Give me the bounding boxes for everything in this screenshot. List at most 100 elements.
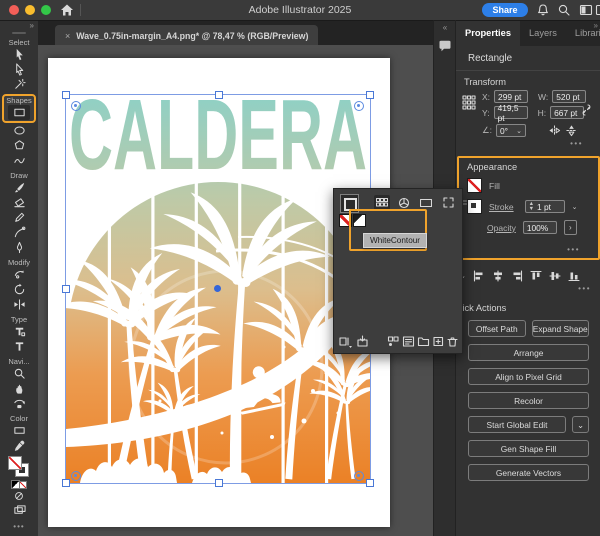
title-bar: Adobe Illustrator 2025 Share xyxy=(0,0,600,21)
recolor-button[interactable]: Recolor xyxy=(468,392,589,409)
swatch-options-icon[interactable] xyxy=(402,335,415,348)
tab-properties[interactable]: Properties xyxy=(456,21,520,46)
eyedropper-tool[interactable] xyxy=(8,438,30,453)
align-v-center-icon[interactable] xyxy=(549,270,561,282)
touch-type-tool[interactable] xyxy=(8,324,30,339)
appearance-more-options[interactable]: ••• xyxy=(467,243,590,254)
expand-shape-button[interactable]: Expand Shape xyxy=(531,320,589,337)
panel-layout-icon[interactable] xyxy=(595,3,600,17)
tools-panel: » Select Shapes Draw Modify Type Navi...… xyxy=(0,20,39,536)
paintbrush-tool[interactable] xyxy=(8,180,30,195)
ellipse-tool[interactable] xyxy=(8,123,30,138)
document-tab[interactable]: × Wave_0.75in-margin_A4.png* @ 78,47 % (… xyxy=(55,25,319,46)
flip-horizontal-icon[interactable] xyxy=(548,124,561,137)
dock-collapse-left-icon[interactable]: « xyxy=(434,23,456,32)
magic-wand-tool[interactable] xyxy=(8,77,30,92)
start-global-edit-button[interactable]: Start Global Edit xyxy=(468,416,566,433)
offset-path-button[interactable]: Offset Path xyxy=(468,320,526,337)
align-right-icon[interactable] xyxy=(511,270,523,282)
color-wheel-icon[interactable] xyxy=(396,195,412,210)
x-field[interactable]: 299 pt xyxy=(494,90,529,103)
type-tool[interactable] xyxy=(8,339,30,354)
selection-tool[interactable] xyxy=(8,47,30,62)
stroke-weight-field[interactable]: ▲ ▼ 1 pt xyxy=(524,200,565,213)
pencil-tool[interactable] xyxy=(8,210,30,225)
shaper-tool[interactable] xyxy=(8,153,30,168)
libraries-menu-icon[interactable] xyxy=(339,335,352,348)
fill-swatch[interactable] xyxy=(467,178,482,193)
quick-actions-section: Quick Actions Offset Path Expand Shape A… xyxy=(450,293,600,481)
swatch-kinds-icon[interactable] xyxy=(387,335,400,348)
align-bottom-icon[interactable] xyxy=(568,270,580,282)
align-more-options[interactable]: ••• xyxy=(456,282,600,293)
illustrator-window: Adobe Illustrator 2025 Share » Select Sh… xyxy=(0,0,600,536)
opacity-field[interactable]: 100% xyxy=(522,221,557,234)
add-to-library-icon[interactable] xyxy=(356,335,369,348)
h-field[interactable]: 667 pt xyxy=(550,106,585,119)
opacity-label[interactable]: Opacity xyxy=(487,223,516,233)
hand-tool[interactable] xyxy=(8,381,30,396)
eraser-tool[interactable] xyxy=(8,195,30,210)
appearance-tutorial-callout: Appearance Fill Stroke ▲ ▼ 1 pt ⌄ ≣ Opaci… xyxy=(457,156,600,260)
artboard-icon[interactable] xyxy=(8,503,30,518)
toolbar-grip[interactable] xyxy=(12,32,26,34)
reference-point-icon[interactable] xyxy=(462,95,476,111)
search-icon[interactable] xyxy=(557,3,571,17)
stepper-icons[interactable]: ▲ ▼ xyxy=(529,202,534,211)
link-dimensions-icon[interactable] xyxy=(580,103,593,117)
arrange-button[interactable]: Arrange xyxy=(468,344,589,361)
dock-collapse-right-icon[interactable]: » xyxy=(594,21,598,31)
close-tab-icon[interactable]: × xyxy=(65,31,70,41)
gradient-view-icon[interactable] xyxy=(418,195,434,210)
flip-vertical-icon[interactable] xyxy=(565,124,578,137)
align-h-center-icon[interactable] xyxy=(492,270,504,282)
rotate-tool[interactable] xyxy=(8,282,30,297)
rectangle-tool[interactable] xyxy=(8,105,30,120)
tab-layers[interactable]: Layers xyxy=(520,21,566,46)
angle-select[interactable]: 0° ⌄ xyxy=(495,124,526,137)
new-color-group-icon[interactable] xyxy=(417,335,430,348)
stroke-label[interactable]: Stroke xyxy=(489,202,514,212)
generate-vectors-button[interactable]: Generate Vectors xyxy=(468,464,589,481)
delete-swatch-icon[interactable] xyxy=(446,335,459,348)
reshape-tool[interactable] xyxy=(8,267,30,282)
comment-icon[interactable] xyxy=(438,40,452,53)
new-swatch-icon[interactable] xyxy=(432,335,445,348)
selected-object-type: Rectangle xyxy=(456,46,600,71)
stroke-swatch[interactable] xyxy=(467,199,482,214)
draw-mode-icon[interactable] xyxy=(8,488,30,503)
zoom-tool[interactable] xyxy=(8,366,30,381)
global-edit-options-icon[interactable]: ⌄ xyxy=(572,416,589,433)
gen-shape-fill-button[interactable]: Gen Shape Fill xyxy=(468,440,589,457)
poster-artwork[interactable]: CALDERA xyxy=(66,95,370,483)
fill-color-chip[interactable] xyxy=(8,456,22,470)
chevron-down-icon: ⌄ xyxy=(516,127,522,135)
width-tool[interactable] xyxy=(8,297,30,312)
toolbar-collapse-icon[interactable]: » xyxy=(30,22,34,30)
rotate-view-tool[interactable] xyxy=(8,396,30,411)
gradient-tool[interactable] xyxy=(8,423,30,438)
workspace-icon[interactable] xyxy=(579,3,593,17)
polygon-tool[interactable] xyxy=(8,138,30,153)
fill-label: Fill xyxy=(489,180,500,191)
direct-selection-tool[interactable] xyxy=(8,62,30,77)
bell-icon[interactable] xyxy=(536,3,550,17)
expand-icon[interactable] xyxy=(440,195,456,210)
curvature-tool[interactable] xyxy=(8,225,30,240)
align-left-icon[interactable] xyxy=(473,270,485,282)
swatches-view-icon[interactable] xyxy=(374,195,390,210)
transform-more-options[interactable]: ••• xyxy=(464,137,593,148)
poster-title: CALDERA xyxy=(69,95,367,191)
align-top-icon[interactable] xyxy=(530,270,542,282)
toolbar-more-icon[interactable]: ••• xyxy=(13,522,24,531)
align-to-pixel-grid-button[interactable]: Align to Pixel Grid xyxy=(468,368,589,385)
share-button[interactable]: Share xyxy=(482,3,528,17)
opacity-options-button[interactable]: › xyxy=(563,220,577,235)
w-field[interactable]: 520 pt xyxy=(552,90,587,103)
quick-actions-heading: Quick Actions xyxy=(450,303,507,313)
pen-tool[interactable] xyxy=(8,240,30,255)
y-field[interactable]: 419,5 pt xyxy=(493,103,528,123)
transform-heading: Transform xyxy=(464,77,507,87)
stroke-weight-dropdown-icon[interactable]: ⌄ xyxy=(572,203,578,211)
default-colors-icon[interactable] xyxy=(11,480,27,489)
